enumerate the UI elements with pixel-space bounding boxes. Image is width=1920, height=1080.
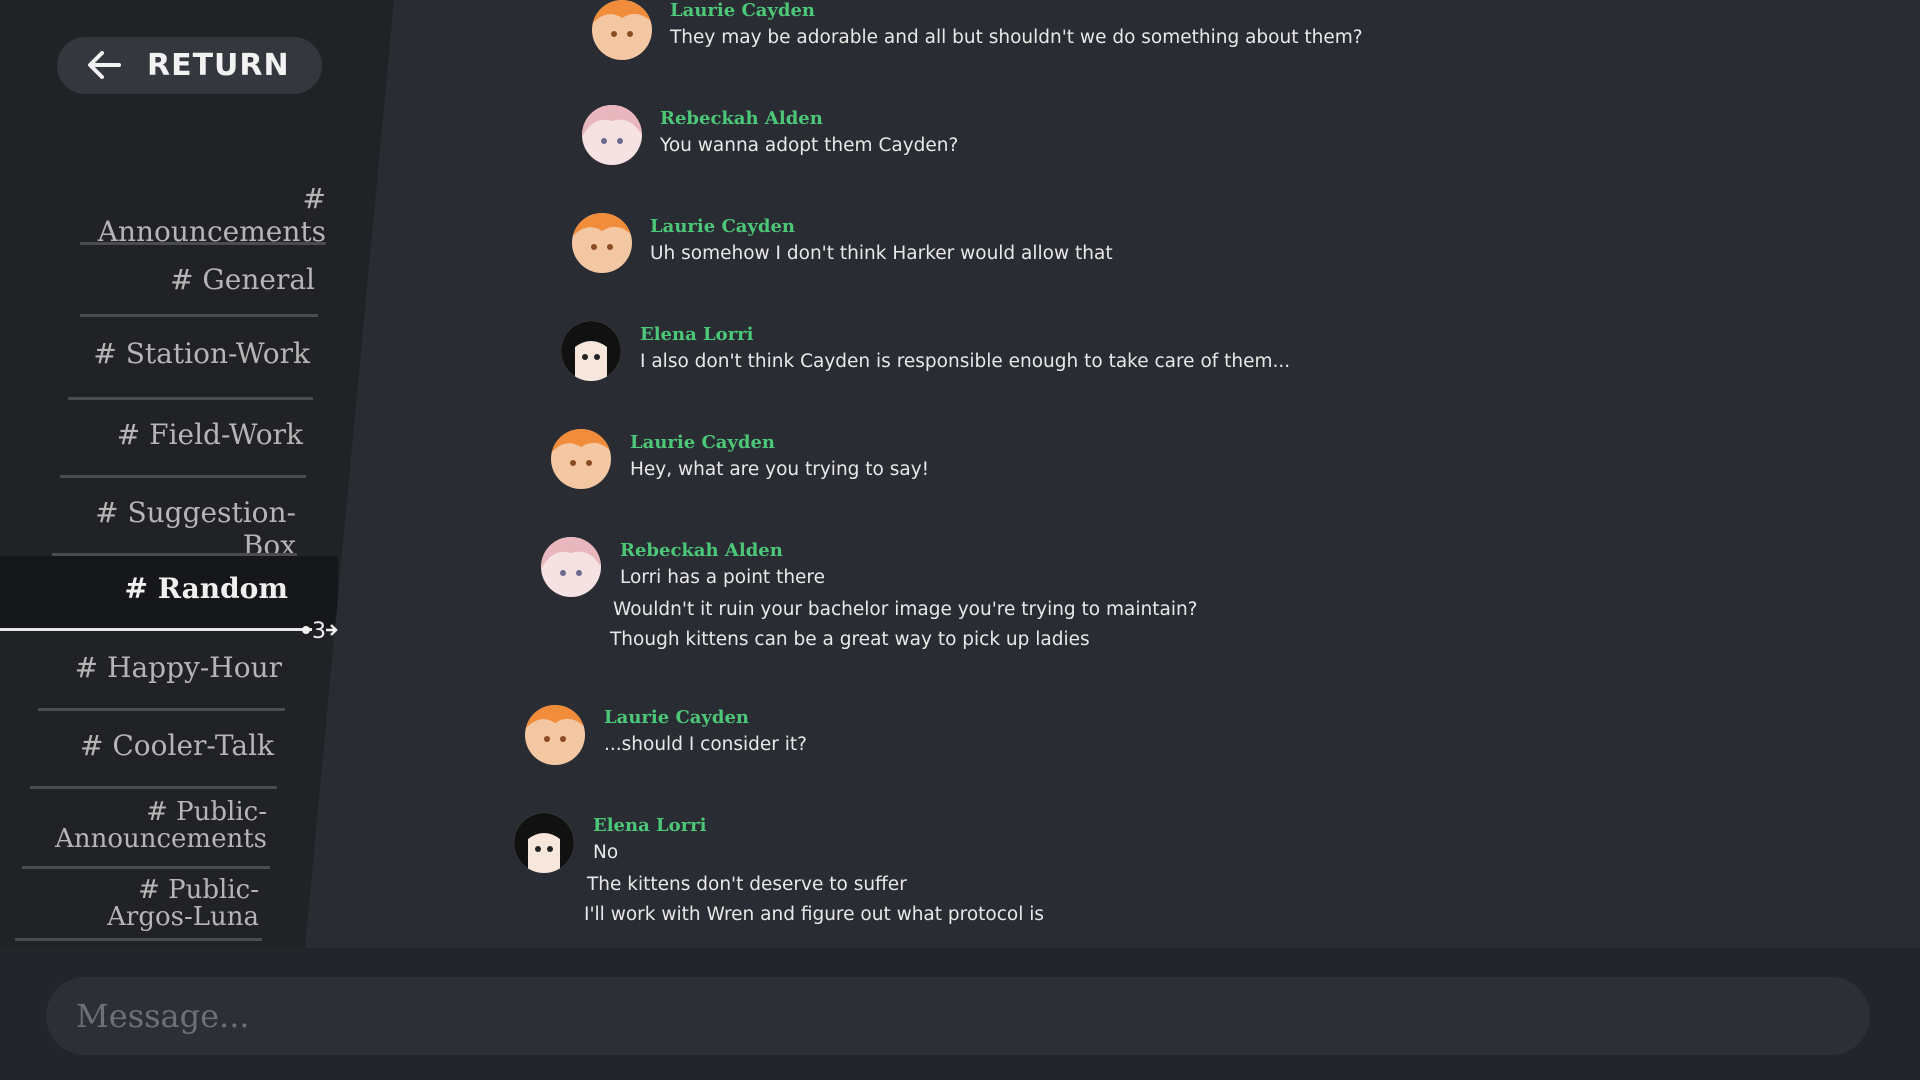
channel-label: # General bbox=[170, 263, 315, 296]
channel-label: # Station-Work bbox=[93, 337, 310, 370]
message-text: I also don't think Cayden is responsible… bbox=[640, 351, 1291, 372]
message-author[interactable]: Rebeckah Alden bbox=[620, 540, 783, 561]
black-hair-avatar[interactable] bbox=[561, 321, 621, 381]
message-author[interactable]: Rebeckah Alden bbox=[660, 108, 823, 129]
message-author[interactable]: Laurie Cayden bbox=[630, 432, 775, 453]
message-text: The kittens don't deserve to suffer bbox=[587, 874, 907, 895]
orange-hair-avatar[interactable] bbox=[551, 429, 611, 489]
message-input[interactable] bbox=[46, 977, 1870, 1055]
channel-cooler-talk[interactable]: # Cooler-Talk bbox=[30, 711, 277, 789]
channel-field-work[interactable]: # Field-Work bbox=[60, 400, 306, 478]
channel-random[interactable]: # Random bbox=[0, 556, 338, 628]
orange-hair-avatar[interactable] bbox=[525, 705, 585, 765]
channel-public-announcements[interactable]: # Public- Announcements bbox=[22, 789, 270, 869]
message-text: ...should I consider it? bbox=[604, 734, 807, 755]
message-author[interactable]: Laurie Cayden bbox=[670, 0, 815, 21]
message-text: They may be adorable and all but shouldn… bbox=[670, 27, 1363, 48]
channel-label: # Announcements bbox=[97, 182, 326, 248]
return-label: RETURN bbox=[147, 48, 290, 83]
black-hair-avatar[interactable] bbox=[514, 813, 574, 873]
channel-sidebar: RETURN # Announcements # General # Stati… bbox=[0, 0, 394, 948]
orange-hair-avatar[interactable] bbox=[572, 213, 632, 273]
orange-hair-avatar[interactable] bbox=[592, 0, 652, 60]
channel-label-line1: # Public- bbox=[138, 875, 259, 905]
message-author[interactable]: Elena Lorri bbox=[593, 815, 707, 836]
message-author[interactable]: Laurie Cayden bbox=[650, 216, 795, 237]
message-text: Uh somehow I don't think Harker would al… bbox=[650, 243, 1113, 264]
unread-indicator-icon: 3 bbox=[302, 619, 338, 643]
message-text: Though kittens can be a great way to pic… bbox=[610, 629, 1090, 650]
arrow-left-icon bbox=[88, 51, 121, 79]
channel-announcements[interactable]: # Announcements bbox=[80, 168, 326, 248]
message-text: Wouldn't it ruin your bachelor image you… bbox=[613, 599, 1198, 620]
channel-label: # Random bbox=[124, 572, 288, 605]
message-text: No bbox=[593, 842, 619, 863]
message-text: You wanna adopt them Cayden? bbox=[660, 135, 959, 156]
message-composer bbox=[0, 948, 1920, 1080]
pink-hair-avatar[interactable] bbox=[582, 105, 642, 165]
active-channel-underline bbox=[0, 628, 312, 631]
message-author[interactable]: Elena Lorri bbox=[640, 324, 754, 345]
channel-happy-hour[interactable]: # Happy-Hour bbox=[38, 631, 285, 711]
message-text: I'll work with Wren and figure out what … bbox=[584, 904, 1045, 925]
message-author[interactable]: Laurie Cayden bbox=[604, 707, 749, 728]
channel-label-line1: # Public- bbox=[146, 797, 267, 827]
chat-app: RETURN # Announcements # General # Stati… bbox=[0, 0, 1920, 1080]
channel-label-line2: Announcements bbox=[55, 824, 267, 854]
message-text: Hey, what are you trying to say! bbox=[630, 459, 930, 480]
channel-station-work[interactable]: # Station-Work bbox=[68, 317, 313, 400]
channel-general[interactable]: # General bbox=[80, 245, 318, 317]
channel-label: # Field-Work bbox=[116, 418, 303, 451]
message-text: Lorri has a point there bbox=[620, 567, 826, 588]
divider bbox=[15, 938, 262, 941]
unread-count: 3 bbox=[312, 619, 326, 643]
channel-public-argos-luna[interactable]: # Public- Argos-Luna bbox=[15, 869, 262, 941]
pink-hair-avatar[interactable] bbox=[541, 537, 601, 597]
return-button[interactable]: RETURN bbox=[57, 37, 322, 94]
channel-label: # Happy-Hour bbox=[74, 651, 282, 684]
channel-label-line2: Argos-Luna bbox=[107, 902, 259, 932]
channel-suggestion-box[interactable]: # Suggestion-Box bbox=[50, 478, 297, 562]
channel-label: # Cooler-Talk bbox=[80, 729, 274, 762]
